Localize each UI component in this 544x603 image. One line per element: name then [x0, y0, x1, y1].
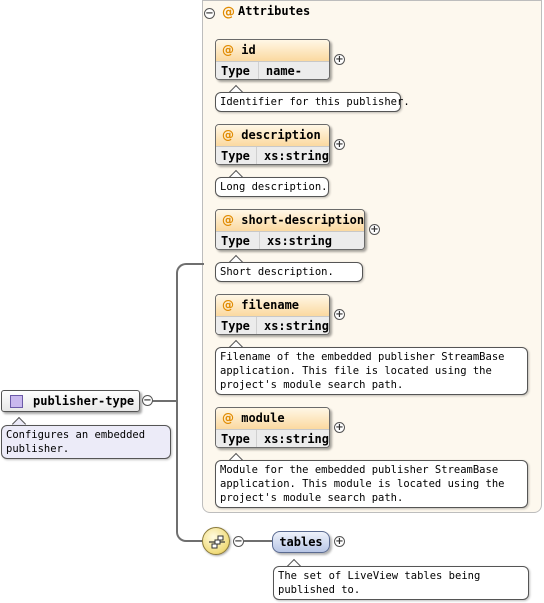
attribute-name: description: [241, 128, 321, 142]
type-key: Type: [216, 430, 257, 447]
attribute-box-module[interactable]: @ module Type xs:string: [215, 407, 330, 448]
expand-filename-button[interactable]: +: [334, 309, 345, 320]
attribute-box-id[interactable]: @ id Type name-type: [215, 39, 330, 80]
child-element-name: tables: [279, 535, 323, 549]
attributes-group-title: Attributes: [238, 4, 311, 18]
child-element-tables[interactable]: tables: [272, 531, 330, 553]
type-value: xs:string: [263, 149, 329, 163]
type-key: Type: [216, 317, 257, 334]
type-key: Type: [216, 232, 260, 249]
sequence-glyph: [209, 535, 225, 549]
attribute-at-icon: @: [222, 128, 234, 142]
type-value: name-type: [265, 64, 302, 78]
attributes-collapse-toggle[interactable]: −: [204, 8, 215, 19]
attribute-header: @ description: [216, 125, 329, 146]
expand-short-description-button[interactable]: +: [369, 224, 380, 235]
type-value: xs:string: [263, 319, 329, 333]
attribute-name: module: [241, 411, 285, 425]
attribute-at-icon: @: [222, 213, 234, 227]
attribute-header: @ module: [216, 408, 329, 429]
type-value: xs:string: [263, 432, 329, 446]
sequence-collapse-toggle[interactable]: −: [233, 536, 244, 547]
connector-line: [244, 540, 272, 542]
attribute-box-description[interactable]: @ description Type xs:string: [215, 124, 330, 165]
expand-tables-button[interactable]: +: [334, 536, 345, 547]
attribute-note-module: Module for the embedded publisher Stream…: [215, 460, 528, 508]
type-value: xs:string: [267, 234, 333, 248]
attribute-name: short-description: [241, 213, 365, 227]
connector-to-sequence: [176, 399, 204, 542]
root-collapse-toggle[interactable]: −: [142, 395, 153, 406]
connector-to-attributes: [176, 263, 204, 403]
attribute-name: filename: [241, 298, 300, 312]
complex-type-icon: [10, 395, 23, 408]
attribute-header: @ id: [216, 40, 329, 61]
attribute-at-icon: @: [222, 5, 235, 20]
root-element-box[interactable]: publisher-type: [1, 390, 140, 412]
attribute-at-icon: @: [222, 43, 234, 57]
attribute-header: @ filename: [216, 295, 329, 316]
attribute-type-row: Type xs:string: [216, 316, 329, 334]
attribute-at-icon: @: [222, 411, 234, 425]
root-element-name: publisher-type: [33, 394, 135, 408]
root-note: Configures an embedded publisher.: [1, 425, 171, 459]
attribute-type-row: Type name-type: [216, 61, 329, 79]
expand-id-button[interactable]: +: [334, 54, 345, 65]
attribute-note-filename: Filename of the embedded publisher Strea…: [215, 347, 528, 395]
attribute-note-id: Identifier for this publisher.: [215, 92, 410, 112]
attribute-box-filename[interactable]: @ filename Type xs:string: [215, 294, 330, 335]
attribute-header: @ short-description: [216, 210, 364, 231]
connector-line: [152, 400, 178, 402]
attribute-type-row: Type xs:string: [216, 429, 329, 447]
attribute-at-icon: @: [222, 298, 234, 312]
attribute-note-short-description: Short description.: [215, 262, 363, 282]
expand-description-button[interactable]: +: [334, 139, 345, 150]
attribute-box-short-description[interactable]: @ short-description Type xs:string: [215, 209, 365, 250]
type-key: Type: [216, 147, 257, 164]
attribute-name: id: [241, 43, 256, 57]
attribute-note-description: Long description.: [215, 177, 329, 197]
expand-module-button[interactable]: +: [334, 422, 345, 433]
child-note: The set of LiveView tables being publish…: [273, 566, 529, 600]
attribute-type-row: Type xs:string: [216, 146, 329, 164]
type-key: Type: [216, 62, 259, 79]
attribute-type-row: Type xs:string: [216, 231, 364, 249]
sequence-icon[interactable]: [202, 527, 230, 555]
